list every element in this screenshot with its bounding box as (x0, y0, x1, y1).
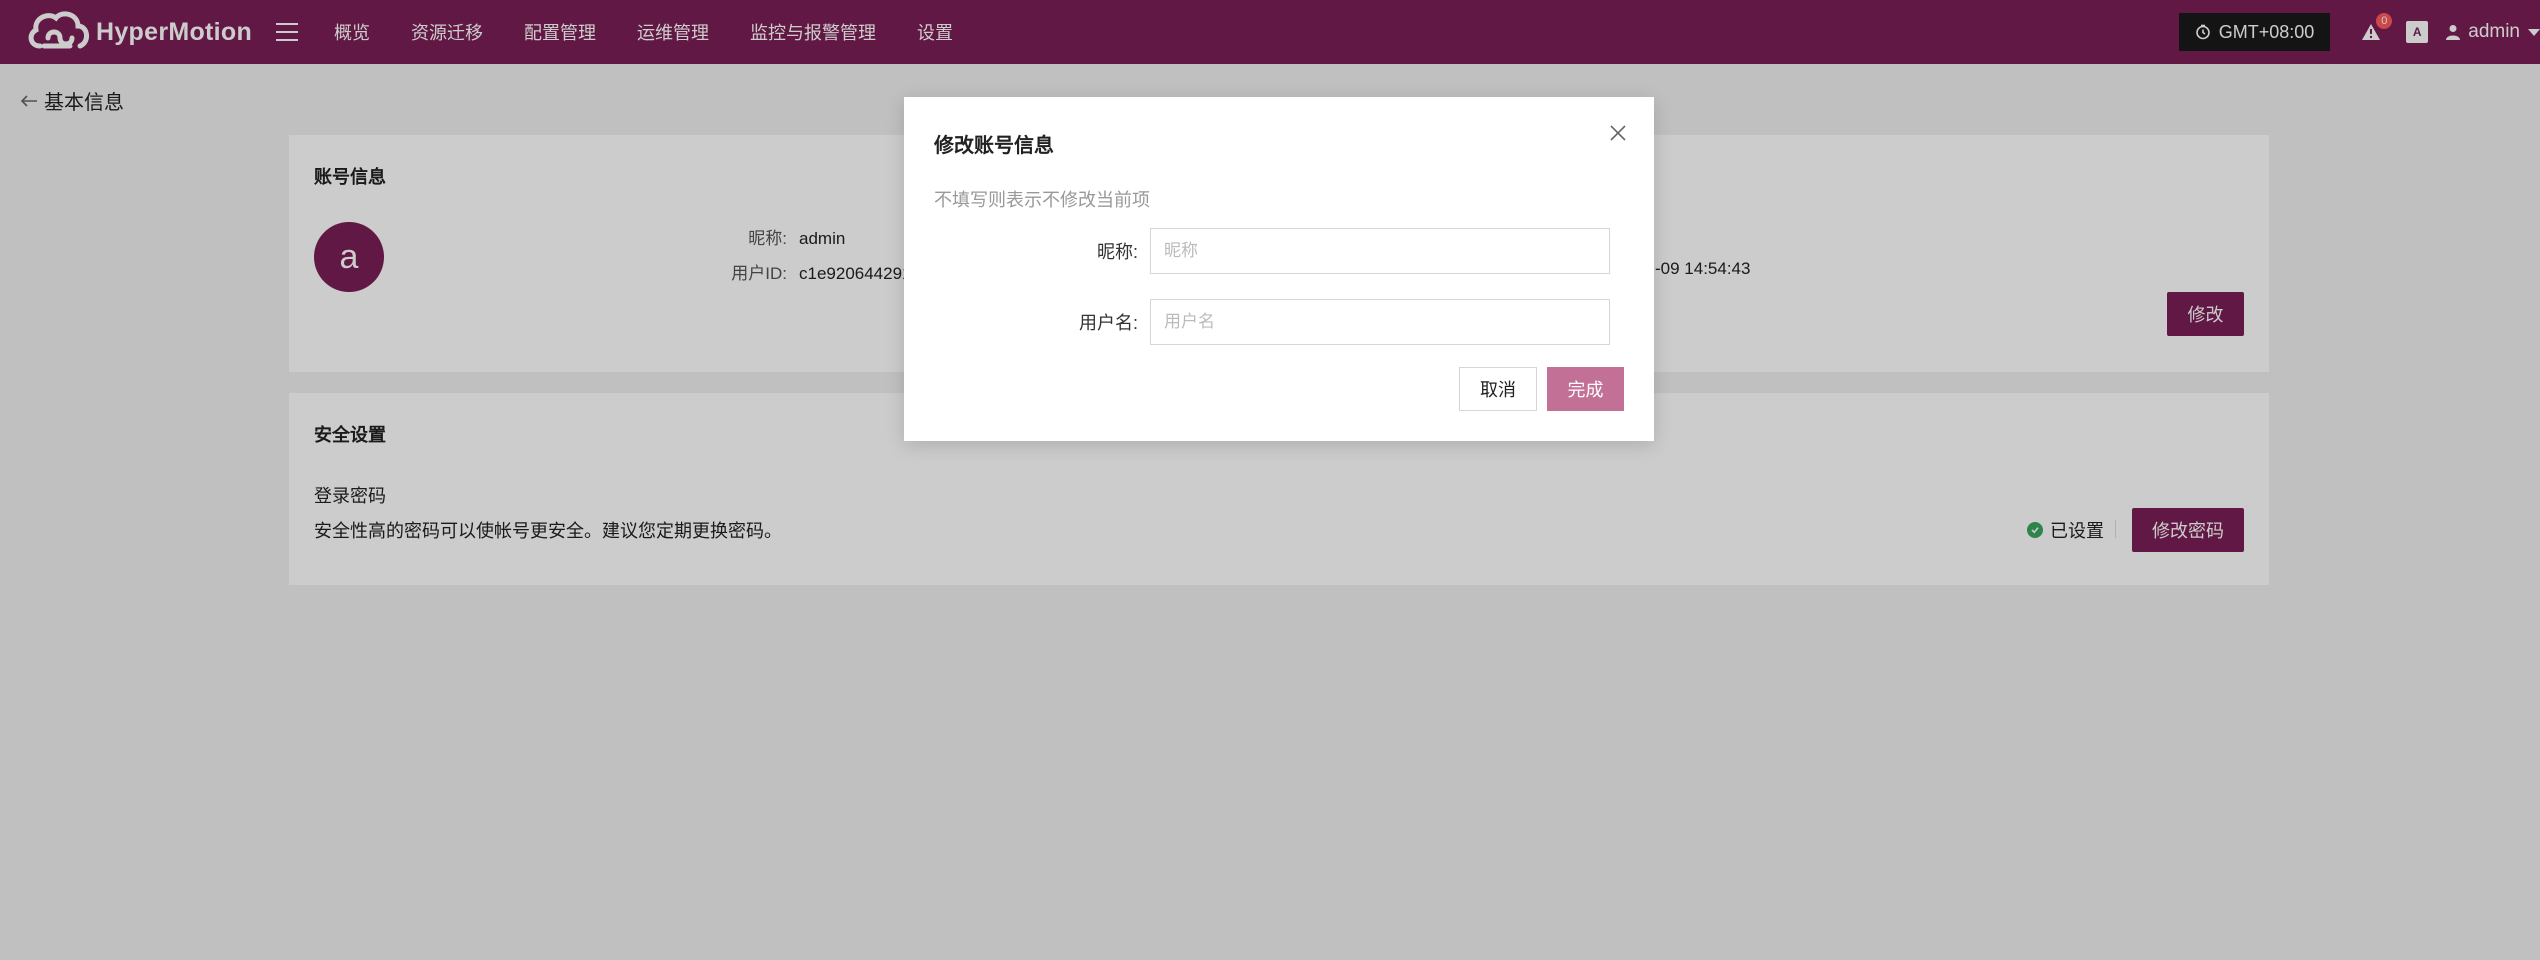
modal-hint: 不填写则表示不修改当前项 (934, 190, 1150, 210)
nickname-form-row: 昵称: (934, 228, 1624, 274)
confirm-button[interactable]: 完成 (1547, 367, 1624, 411)
nickname-field-label: 昵称: (1096, 242, 1138, 262)
username-field-label: 用户名: (1078, 313, 1138, 333)
username-field[interactable] (1150, 299, 1610, 345)
username-form-row: 用户名: (934, 299, 1624, 345)
close-icon[interactable] (1608, 123, 1628, 143)
cancel-button[interactable]: 取消 (1459, 367, 1537, 411)
edit-account-modal: 修改账号信息 不填写则表示不修改当前项 昵称: 用户名: 取消 完成 (904, 97, 1654, 441)
nickname-field[interactable] (1150, 228, 1610, 274)
modal-title: 修改账号信息 (934, 135, 1054, 157)
